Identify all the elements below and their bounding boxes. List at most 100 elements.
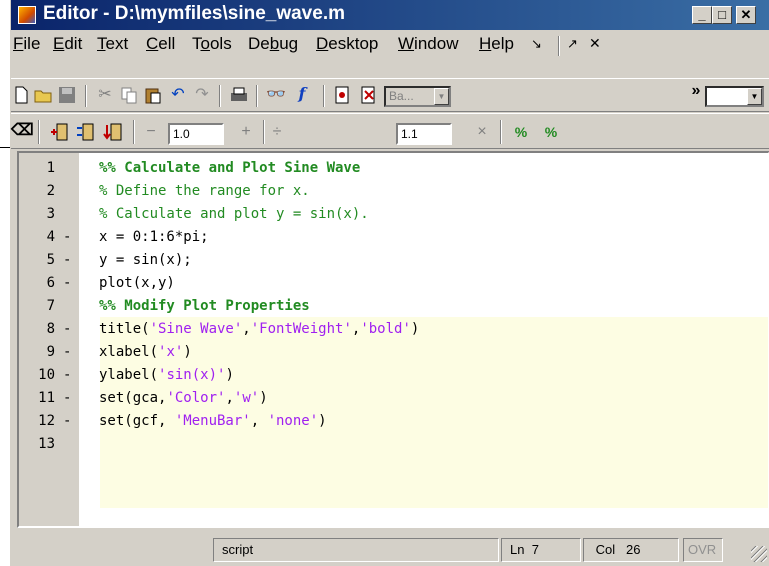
- menu-close-icon[interactable]: ✕: [589, 35, 601, 52]
- line-number: 13: [38, 436, 55, 452]
- breakpoint-marker[interactable]: -: [63, 367, 71, 383]
- code-text: % Calculate and plot y = sin(x).: [99, 206, 369, 222]
- code-text: title('Sine Wave','FontWeight','bold'): [99, 321, 419, 337]
- code-token-code: x = 0:1:6*pi;: [99, 229, 209, 245]
- status-mode: script: [213, 538, 499, 562]
- code-token-code: y = sin(x);: [99, 252, 192, 268]
- resize-grip-icon[interactable]: [751, 546, 767, 562]
- eraser-icon[interactable]: ⌫: [11, 121, 34, 141]
- evaluate-cell-icon[interactable]: [49, 122, 69, 142]
- dock-icon[interactable]: ↗: [567, 36, 578, 52]
- code-line[interactable]: 8- title('Sine Wave','FontWeight','bold'): [19, 318, 768, 341]
- breakpoint-marker[interactable]: -: [63, 275, 71, 291]
- code-token-code: ): [318, 413, 327, 429]
- save-icon[interactable]: [57, 85, 77, 105]
- evaluate-file-icon[interactable]: [103, 122, 123, 142]
- insert-cell-divider-icon[interactable]: %: [511, 122, 531, 142]
- code-token-string: 'x': [158, 344, 184, 360]
- divide-value-field[interactable]: 1.1: [396, 123, 452, 145]
- breakpoint-marker[interactable]: -: [63, 413, 71, 429]
- code-text: % Define the range for x.: [99, 183, 310, 199]
- breakpoint-marker[interactable]: -: [63, 390, 71, 406]
- code-line[interactable]: 10- ylabel('sin(x)'): [19, 364, 768, 387]
- menu-window[interactable]: Window: [398, 34, 458, 54]
- code-line[interactable]: 13: [19, 433, 768, 456]
- open-folder-icon[interactable]: [33, 85, 53, 105]
- line-label: Ln: [510, 542, 525, 557]
- menu-edit[interactable]: Edit: [53, 34, 82, 54]
- evaluate-cell-advance-icon[interactable]: [75, 122, 95, 142]
- close-button[interactable]: ✕: [736, 6, 756, 24]
- undo-icon[interactable]: ↶: [168, 85, 188, 105]
- set-breakpoint-icon[interactable]: [333, 85, 353, 105]
- code-token-comment: % Calculate and plot y = sin(x).: [99, 206, 369, 222]
- code-token-string: 'MenuBar': [174, 413, 251, 429]
- menu-help[interactable]: Help: [479, 34, 514, 54]
- find-binoculars-icon[interactable]: 👓: [266, 85, 286, 105]
- menu-file[interactable]: File: [13, 34, 40, 54]
- line-number: 7: [46, 298, 55, 314]
- toolbar-overflow-icon[interactable]: »: [686, 81, 706, 101]
- breakpoint-marker[interactable]: -: [63, 252, 71, 268]
- menu-desktop[interactable]: Desktop: [316, 34, 378, 54]
- paste-icon[interactable]: [143, 85, 163, 105]
- clear-breakpoints-icon[interactable]: [359, 85, 379, 105]
- chevron-down-icon: ▼: [434, 88, 449, 105]
- code-editor[interactable]: 1 %% Calculate and Plot Sine Wave 2 % Defin…: [17, 151, 769, 528]
- toolbar-separator: [263, 120, 265, 144]
- code-text: x = 0:1:6*pi;: [99, 229, 209, 245]
- title-bar[interactable]: Editor - D:\mymfiles\sine_wave.m _ □ ✕: [11, 0, 769, 30]
- line-number: 10: [38, 367, 55, 383]
- multiply-button[interactable]: ×: [472, 122, 492, 142]
- code-token-string: 'w': [233, 390, 260, 406]
- menu-separator: [558, 36, 560, 56]
- code-line[interactable]: 11- set(gca,'Color','w'): [19, 387, 768, 410]
- menu-text[interactable]: Text: [97, 34, 128, 54]
- code-token-code: ): [410, 321, 420, 337]
- toolbar-separator: [256, 85, 258, 107]
- toolbar-separator: [500, 120, 502, 144]
- copy-icon[interactable]: [119, 85, 139, 105]
- code-line[interactable]: 5- y = sin(x);: [19, 249, 768, 272]
- minimize-button[interactable]: _: [692, 6, 712, 24]
- maximize-button[interactable]: □: [712, 6, 732, 24]
- function-icon[interactable]: f: [292, 84, 312, 104]
- undock-icon[interactable]: ↘: [531, 36, 542, 52]
- code-token-cellhead: %% Calculate and Plot Sine Wave: [99, 160, 361, 176]
- code-line[interactable]: 1 %% Calculate and Plot Sine Wave: [19, 157, 768, 180]
- breakpoint-marker[interactable]: -: [63, 321, 71, 337]
- code-line[interactable]: 7 %% Modify Plot Properties: [19, 295, 768, 318]
- code-line[interactable]: 4- x = 0:1:6*pi;: [19, 226, 768, 249]
- code-text: set(gcf, 'MenuBar', 'none'): [99, 413, 327, 429]
- print-icon[interactable]: [229, 85, 249, 105]
- code-token-code: ,: [242, 321, 251, 337]
- code-token-code: ylabel(: [99, 367, 159, 383]
- new-file-icon[interactable]: [11, 85, 31, 105]
- code-token-code: ): [259, 390, 268, 406]
- toolbar-overflow-dropdown[interactable]: ▼: [705, 86, 764, 107]
- redo-icon[interactable]: ↷: [192, 85, 212, 105]
- editor-app-icon[interactable]: [18, 6, 36, 24]
- divide-button[interactable]: ÷: [267, 122, 287, 142]
- code-line[interactable]: 2 % Define the range for x.: [19, 180, 768, 203]
- decrement-value-field[interactable]: 1.0: [168, 123, 224, 145]
- menu-tools[interactable]: Tools: [192, 34, 232, 54]
- code-line[interactable]: 9- xlabel('x'): [19, 341, 768, 364]
- breakpoint-marker[interactable]: -: [63, 344, 71, 360]
- code-token-comment: % Define the range for x.: [99, 183, 310, 199]
- stack-dropdown[interactable]: Ba... ▼: [384, 86, 451, 107]
- code-line[interactable]: 6- plot(x,y): [19, 272, 768, 295]
- increment-button[interactable]: +: [236, 122, 256, 142]
- decrement-button[interactable]: −: [141, 122, 161, 142]
- code-line[interactable]: 3 % Calculate and plot y = sin(x).: [19, 203, 768, 226]
- toolbar-separator: [323, 85, 325, 107]
- code-token-string: 'sin(x)': [158, 367, 226, 383]
- line-number: 3: [46, 206, 55, 222]
- code-line[interactable]: 12- set(gcf, 'MenuBar', 'none'): [19, 410, 768, 433]
- status-column: Col 26: [583, 538, 679, 562]
- cut-icon[interactable]: ✂: [95, 85, 115, 105]
- menu-cell[interactable]: Cell: [146, 34, 175, 54]
- remove-cell-divider-icon[interactable]: %: [541, 122, 561, 142]
- breakpoint-marker[interactable]: -: [63, 229, 71, 245]
- menu-debug[interactable]: Debug: [248, 34, 298, 54]
